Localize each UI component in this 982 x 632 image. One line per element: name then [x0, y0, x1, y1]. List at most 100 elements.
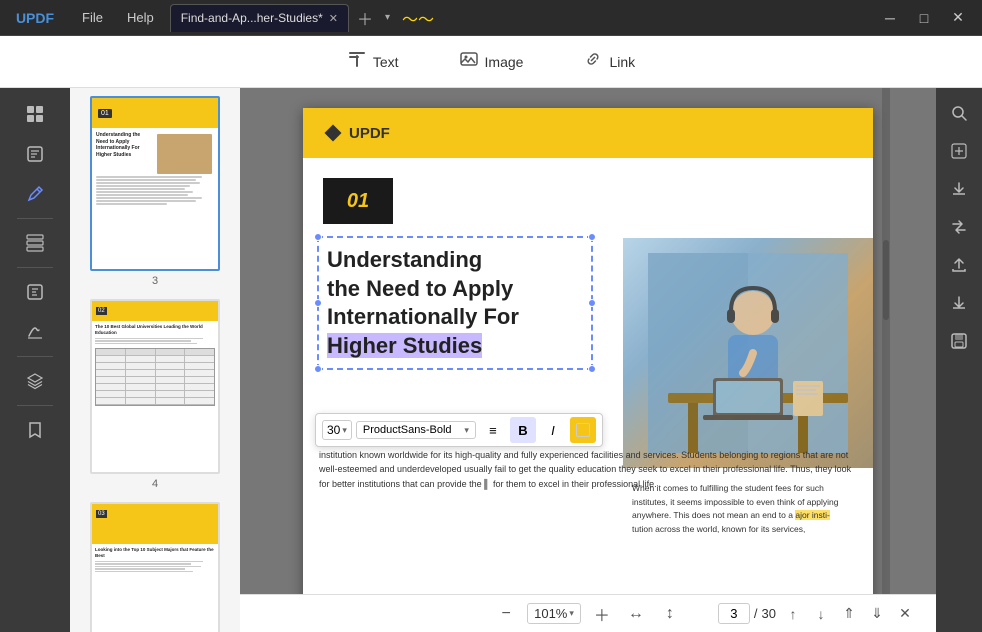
main-toolbar: Text Image Link [0, 36, 982, 88]
tab-area: Find-and-Ap...her-Studies* ✕ ＋ ▾ ～～ [166, 4, 874, 32]
zoom-out-icon: − [501, 605, 510, 623]
text-selection-box[interactable]: Understanding the Need to Apply Internat… [317, 236, 593, 370]
close-button[interactable]: ✕ [942, 6, 974, 30]
file-menu[interactable]: File [70, 0, 115, 36]
page-navigation: / 30 ↑ ↓ ⇑ ⇓ ✕ [718, 603, 916, 625]
convert-button[interactable] [941, 210, 977, 244]
zoom-out-button[interactable]: − [493, 601, 519, 627]
font-size-selector[interactable]: 30 ▾ [322, 420, 352, 440]
download-button[interactable] [941, 286, 977, 320]
text-tool-icon [347, 49, 367, 74]
search-button[interactable] [941, 96, 977, 130]
organize-button[interactable] [15, 225, 55, 261]
zoom-in-button[interactable]: ＋ [589, 601, 615, 627]
page-number-input: / 30 [718, 603, 776, 624]
first-page-icon: ⇑ [843, 605, 855, 622]
pdf-right-text: When it comes to fulfilling the student … [624, 478, 869, 540]
title-bar: UPDF File Help Find-and-Ap...her-Studies… [0, 0, 982, 36]
page-separator: / [754, 606, 758, 621]
thumbnail-page-4[interactable]: 02 The 10 Best Global Universities Leadi… [90, 299, 220, 490]
maximize-button[interactable]: □ [908, 6, 940, 30]
tab-dropdown-arrow[interactable]: ▾ [381, 12, 394, 23]
app-logo: UPDF [0, 10, 70, 26]
fit-page-icon: ↕ [666, 605, 674, 623]
pdf-viewer: UPDF 01 [240, 88, 936, 632]
annotation-button[interactable] [15, 136, 55, 172]
zoom-dropdown-arrow: ▾ [569, 608, 574, 619]
text-tool-button[interactable]: Text [333, 43, 413, 80]
layers-button[interactable] [15, 363, 55, 399]
window-controls: ─ □ ✕ [874, 6, 982, 30]
thumbnail-page-3[interactable]: 01 Understanding the Need to Apply Inter… [90, 96, 220, 287]
thumb5-title-text: Looking into the Top 10 Subject Majors t… [95, 547, 215, 559]
zoom-value-display[interactable]: 101% ▾ [527, 603, 581, 624]
font-family-arrow: ▾ [464, 425, 469, 436]
main-area: 01 Understanding the Need to Apply Inter… [0, 88, 982, 632]
next-page-icon: ↓ [818, 606, 825, 622]
italic-icon: I [551, 423, 555, 438]
current-page-field[interactable] [718, 603, 750, 624]
right-sidebar [936, 88, 982, 632]
updf-logo-text: UPDF [349, 125, 390, 142]
total-pages: 30 [762, 606, 776, 621]
text-color-button[interactable] [570, 417, 596, 443]
last-page-button[interactable]: ⇓ [866, 603, 888, 625]
close-nav-button[interactable]: ✕ [894, 603, 916, 625]
fit-width-icon: ↔ [628, 605, 644, 623]
pdf-scroll-area[interactable]: UPDF 01 [240, 88, 936, 594]
thumb3-page-num: 01 [98, 109, 112, 118]
form-button[interactable] [15, 274, 55, 310]
wavy-icon: ～～ [394, 6, 442, 30]
next-page-button[interactable]: ↓ [810, 603, 832, 625]
last-page-icon: ⇓ [871, 605, 883, 622]
thumb5-page-num: 03 [96, 510, 107, 518]
previous-page-button[interactable]: ↑ [782, 603, 804, 625]
ocr-button[interactable] [941, 134, 977, 168]
fit-page-button[interactable]: ↕ [657, 601, 683, 627]
bold-icon: B [518, 423, 527, 438]
link-tool-icon [583, 49, 603, 74]
updf-logo: UPDF [323, 123, 390, 143]
link-tool-label: Link [609, 54, 635, 70]
left-sidebar [0, 88, 70, 632]
zoom-percentage: 101% [534, 606, 567, 621]
font-size-arrow: ▾ [342, 425, 347, 436]
share-button[interactable] [941, 248, 977, 282]
align-button[interactable]: ≡ [480, 417, 506, 443]
thumbnail-panel-button[interactable] [15, 96, 55, 132]
image-tool-button[interactable]: Image [445, 43, 538, 80]
thumb-page-4-label: 4 [152, 478, 158, 490]
tab-label: Find-and-Ap...her-Studies* [181, 11, 323, 25]
bottom-toolbar: − 101% ▾ ＋ ↔ ↕ / 30 [240, 594, 936, 632]
first-page-button[interactable]: ⇑ [838, 603, 860, 625]
font-family-selector[interactable]: ProductSans-Bold ▾ [356, 421, 476, 439]
thumbnail-page-5[interactable]: 03 Looking into the Top 10 Subject Major… [90, 502, 220, 632]
help-menu[interactable]: Help [115, 0, 166, 36]
tab-close-button[interactable]: ✕ [329, 12, 338, 25]
new-tab-button[interactable]: ＋ [349, 6, 381, 30]
format-toolbar: 30 ▾ ProductSans-Bold ▾ ≡ B I [315, 413, 603, 447]
thumb-page-3-image: 01 Understanding the Need to Apply Inter… [90, 96, 220, 271]
minimize-button[interactable]: ─ [874, 6, 906, 30]
signature-button[interactable] [15, 314, 55, 350]
thumb4-title-text: The 10 Best Global Universities Leading … [95, 324, 215, 336]
image-tool-label: Image [485, 54, 524, 70]
link-tool-button[interactable]: Link [569, 43, 649, 80]
save-button[interactable] [941, 324, 977, 358]
fit-width-button[interactable]: ↔ [623, 601, 649, 627]
align-icon: ≡ [489, 423, 497, 438]
menu-bar: File Help [70, 0, 166, 36]
text-tool-label: Text [373, 54, 399, 70]
current-tab[interactable]: Find-and-Ap...her-Studies* ✕ [170, 4, 349, 32]
extract-button[interactable] [941, 172, 977, 206]
bold-button[interactable]: B [510, 417, 536, 443]
pdf-main-title: Understanding the Need to Apply Internat… [327, 246, 583, 360]
italic-button[interactable]: I [540, 417, 566, 443]
edit-button[interactable] [15, 176, 55, 212]
image-tool-icon [459, 49, 479, 74]
pdf-right-image [623, 238, 873, 468]
bookmark-button[interactable] [15, 412, 55, 448]
thumb4-page-num: 02 [96, 307, 107, 315]
thumb-page-5-image: 03 Looking into the Top 10 Subject Major… [90, 502, 220, 632]
thumb-page-3-label: 3 [152, 275, 158, 287]
